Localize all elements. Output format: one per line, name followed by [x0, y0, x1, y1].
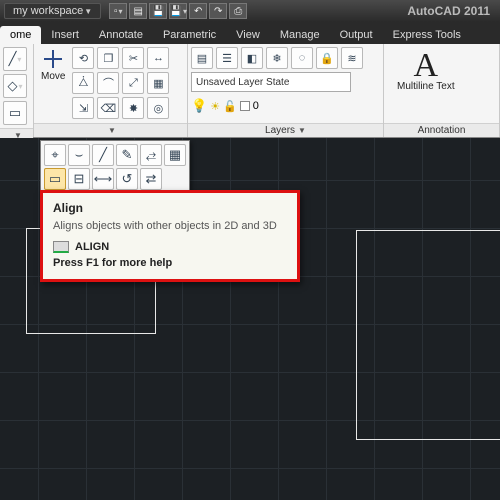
fly-drawingorder-icon[interactable]: ▦	[164, 144, 186, 166]
qat-print-icon[interactable]: ⎙	[229, 3, 247, 19]
panel-layers-label[interactable]: Layers▼	[188, 123, 383, 137]
tooltip-title: Align	[53, 201, 287, 215]
tooltip-help: Press F1 for more help	[53, 257, 287, 269]
fillet-icon[interactable]: ⌒	[97, 72, 119, 94]
fly-align-icon[interactable]: ▭	[44, 168, 66, 190]
layer-iso-icon[interactable]: ◧	[241, 47, 263, 69]
bulb-icon: 💡	[191, 98, 207, 114]
tooltip-command: ALIGN	[53, 241, 287, 253]
mirror-icon[interactable]: ⧊	[72, 72, 94, 94]
tab-express-tools[interactable]: Express Tools	[383, 26, 471, 44]
fly-break-icon[interactable]: ⌣	[68, 144, 90, 166]
offset-icon[interactable]: ◎	[147, 97, 169, 119]
tab-annotate[interactable]: Annotate	[89, 26, 153, 44]
draw-poly-icon[interactable]: ◇▾	[3, 74, 27, 98]
layer-lock-icon[interactable]: 🔒	[316, 47, 338, 69]
qat-undo-icon[interactable]: ↶	[189, 3, 207, 19]
ribbon-tabs: ome Insert Annotate Parametric View Mana…	[0, 22, 500, 44]
qat-new-icon[interactable]: ▫▾	[109, 3, 127, 19]
draw-rect-icon[interactable]: ▭	[3, 101, 27, 125]
layer-states-icon[interactable]: ☰	[216, 47, 238, 69]
array-icon[interactable]: ▦	[147, 72, 169, 94]
rectangle-shape-2[interactable]	[356, 230, 500, 440]
copy-icon[interactable]: ❐	[97, 47, 119, 69]
erase-icon[interactable]: ⌫	[97, 97, 119, 119]
fly-setbypoint-icon[interactable]: ⌖	[44, 144, 66, 166]
sun-icon: ☀	[210, 100, 220, 113]
fly-lengthen-icon[interactable]: ⟷	[92, 168, 114, 190]
workspace-selector[interactable]: my workspace▼	[4, 3, 101, 19]
draw-line-icon[interactable]: ╱▾	[3, 47, 27, 71]
title-bar: my workspace▼ ▫▾ ▤ 💾 💾▾ ↶ ↷ ⎙ AutoCAD 20…	[0, 0, 500, 22]
rotate-icon[interactable]: ⟲	[72, 47, 94, 69]
scale-icon[interactable]: ⤢	[122, 72, 144, 94]
layer-off-icon[interactable]: ◌	[291, 47, 313, 69]
layer-freeze-icon[interactable]: ❄	[266, 47, 288, 69]
align-cmd-icon	[53, 241, 69, 253]
tab-home[interactable]: ome	[0, 26, 41, 44]
modify-flyout: ⌖ ⌣ ╱ ✎ ⥄ ▦ ▭ ⊟ ⟷ ↺ ⇄	[40, 140, 190, 194]
layer-prop-icon[interactable]: ▤	[191, 47, 213, 69]
qat-saveas-icon[interactable]: 💾▾	[169, 3, 187, 19]
color-swatch-icon	[240, 101, 250, 111]
layer-match-icon[interactable]: ≋	[341, 47, 363, 69]
qat-save-icon[interactable]: 💾	[149, 3, 167, 19]
align-tooltip: Align Aligns objects with other objects …	[40, 190, 300, 282]
tab-output[interactable]: Output	[330, 26, 383, 44]
current-layer-name: 0	[253, 100, 259, 112]
move-button[interactable]: Move	[37, 47, 69, 84]
qat-redo-icon[interactable]: ↷	[209, 3, 227, 19]
trim-icon[interactable]: ✂	[122, 47, 144, 69]
text-A-icon: A	[414, 51, 439, 81]
tab-insert[interactable]: Insert	[41, 26, 89, 44]
tab-view[interactable]: View	[226, 26, 270, 44]
stretch-icon[interactable]: ⇲	[72, 97, 94, 119]
fly-join-icon[interactable]: ╱	[92, 144, 114, 166]
fly-more-icon[interactable]: ⇄	[140, 168, 162, 190]
extend-icon[interactable]: ↔	[147, 47, 169, 69]
qat-open-icon[interactable]: ▤	[129, 3, 147, 19]
lock-open-icon: 🔓	[223, 100, 237, 113]
app-brand: AutoCAD 2011	[407, 4, 496, 18]
fly-edit2-icon[interactable]: ↺	[116, 168, 138, 190]
fly-edit-icon[interactable]: ✎	[116, 144, 138, 166]
layer-state-combo[interactable]: Unsaved Layer State	[191, 72, 351, 92]
panel-modify-label: ▼	[34, 123, 187, 137]
ribbon: ╱▾ ◇▾ ▭ ▼ Move ⟲ ❐ ✂ ↔ ⧊ ⌒ ⤢	[0, 44, 500, 138]
fly-breakpoint-icon[interactable]: ⊟	[68, 168, 90, 190]
tooltip-description: Aligns objects with other objects in 2D …	[53, 219, 287, 233]
tab-manage[interactable]: Manage	[270, 26, 330, 44]
move-icon	[43, 49, 63, 69]
quick-access-toolbar: ▫▾ ▤ 💾 💾▾ ↶ ↷ ⎙	[109, 3, 247, 19]
fly-reverse-icon[interactable]: ⥄	[140, 144, 162, 166]
multiline-text-button[interactable]: A Multiline Text	[387, 47, 465, 96]
panel-annotation-label[interactable]: Annotation	[384, 123, 499, 137]
explode-icon[interactable]: ✸	[122, 97, 144, 119]
tab-parametric[interactable]: Parametric	[153, 26, 226, 44]
